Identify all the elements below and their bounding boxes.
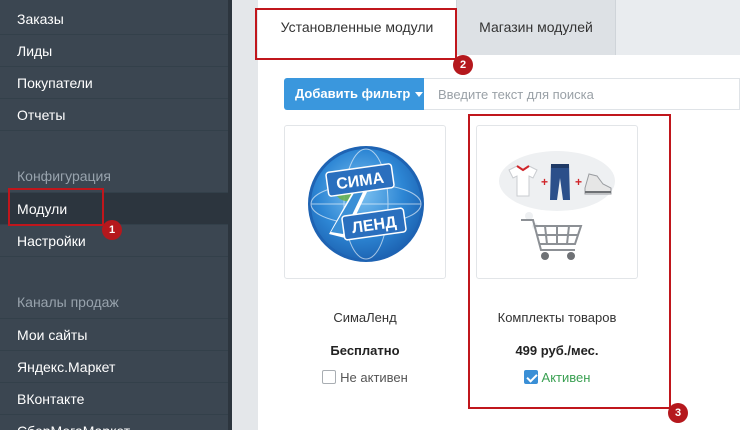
callout-box-installed-tab <box>255 8 457 60</box>
add-filter-label: Добавить фильтр <box>295 86 411 101</box>
sidebar-item-yandex-market[interactable]: Яндекс.Маркет <box>0 351 228 383</box>
callout-badge-2: 2 <box>453 55 473 75</box>
simaland-logo: СИМА ЛЕНД <box>308 146 424 262</box>
callout-box-modules <box>8 188 104 226</box>
content-gutter <box>232 0 258 430</box>
sidebar-item-vkontakte[interactable]: ВКонтакте <box>0 383 228 415</box>
callout-badge-3: 3 <box>668 403 688 423</box>
search-input[interactable] <box>424 78 740 110</box>
tab-module-store[interactable]: Магазин модулей <box>456 0 616 55</box>
module-price-simaland: Бесплатно <box>330 343 400 358</box>
sidebar-section-sales-channels: Каналы продаж <box>17 294 119 310</box>
sidebar-item-orders[interactable]: Заказы <box>0 3 228 35</box>
sidebar-item-customers[interactable]: Покупатели <box>0 67 228 99</box>
sidebar-item-reports[interactable]: Отчеты <box>0 99 228 131</box>
module-name-simaland: СимаЛенд <box>333 310 397 325</box>
caret-down-icon <box>415 92 424 98</box>
module-card-simaland[interactable]: СИМА ЛЕНД <box>284 125 446 279</box>
sidebar-section-configuration: Конфигурация <box>17 168 111 184</box>
status-label: Не активен <box>340 370 408 385</box>
callout-badge-1: 1 <box>102 220 122 240</box>
sidebar-item-my-sites[interactable]: Мои сайты <box>0 319 228 351</box>
sidebar-item-leads[interactable]: Лиды <box>0 35 228 67</box>
module-status-simaland[interactable]: Не активен <box>284 370 446 385</box>
callout-box-product-bundles <box>468 114 671 409</box>
inactive-checkbox[interactable] <box>322 370 337 384</box>
add-filter-button[interactable]: Добавить фильтр <box>284 78 424 110</box>
sidebar-item-sbermegamarket[interactable]: СберМегаМаркет <box>0 415 228 430</box>
